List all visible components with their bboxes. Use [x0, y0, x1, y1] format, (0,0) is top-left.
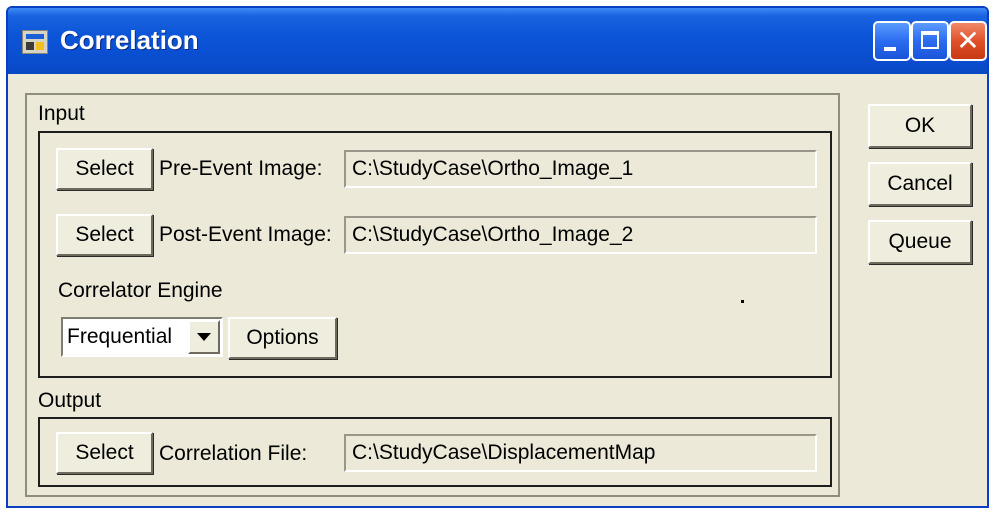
correlation-file-select-button[interactable]: Select	[56, 432, 153, 474]
input-group-label: Input	[38, 102, 85, 125]
stray-dot	[741, 300, 744, 303]
ok-button[interactable]: OK	[868, 104, 972, 148]
minimize-icon	[884, 47, 896, 51]
post-event-select-button[interactable]: Select	[56, 214, 153, 256]
pre-event-image-field[interactable]: C:\StudyCase\Ortho_Image_1	[344, 150, 817, 188]
window-title: Correlation	[60, 25, 199, 55]
post-event-image-field[interactable]: C:\StudyCase\Ortho_Image_2	[344, 216, 817, 254]
pre-event-select-button[interactable]: Select	[56, 148, 153, 190]
dropdown-arrow-button[interactable]	[188, 320, 220, 354]
correlation-dialog: Correlation ✕ Input Select Pre-Event Ima…	[6, 6, 989, 508]
correlation-file-field[interactable]: C:\StudyCase\DisplacementMap	[344, 434, 817, 472]
correlator-engine-value: Frequential	[67, 325, 173, 348]
minimize-button[interactable]	[873, 21, 911, 61]
correlator-engine-select[interactable]: Frequential	[61, 317, 223, 357]
maximize-icon	[921, 31, 939, 49]
output-group-label: Output	[38, 389, 102, 412]
close-icon: ✕	[956, 24, 980, 57]
maximize-button[interactable]	[911, 21, 949, 61]
title-bar[interactable]: Correlation ✕	[8, 8, 987, 74]
correlation-file-label: Correlation File:	[159, 442, 308, 465]
queue-button[interactable]: Queue	[868, 220, 972, 264]
dialog-body: Input Select Pre-Event Image: C:\StudyCa…	[8, 74, 987, 506]
correlator-engine-label: Correlator Engine	[58, 279, 223, 302]
close-button[interactable]: ✕	[949, 21, 987, 61]
options-button[interactable]: Options	[228, 317, 337, 359]
post-event-label: Post-Event Image:	[159, 223, 332, 246]
app-icon[interactable]	[22, 30, 48, 54]
chevron-down-icon	[197, 333, 211, 341]
cancel-button[interactable]: Cancel	[868, 162, 972, 206]
pre-event-label: Pre-Event Image:	[159, 157, 323, 180]
